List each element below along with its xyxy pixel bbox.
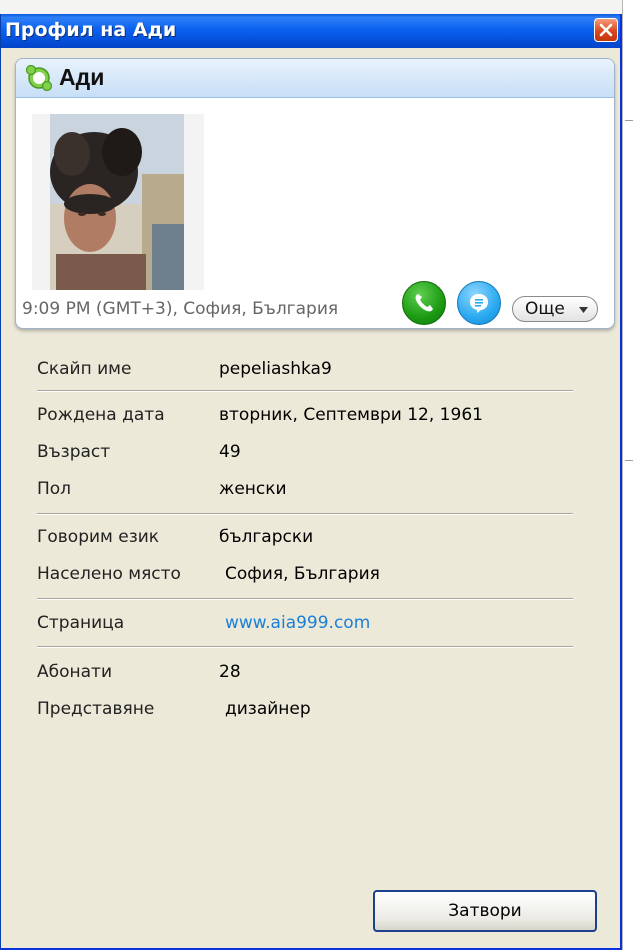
detail-value: София, България <box>225 564 380 584</box>
detail-label: Страница <box>37 613 125 633</box>
homepage-link[interactable]: www.aia999.com <box>225 613 370 633</box>
call-button[interactable] <box>402 281 446 325</box>
detail-value: женски <box>219 479 287 499</box>
detail-label: Възраст <box>37 442 111 462</box>
detail-row-age: Възраст 49 <box>37 442 577 468</box>
detail-value: български <box>219 527 314 547</box>
detail-value: 28 <box>219 662 241 682</box>
chat-bubble-icon <box>470 294 488 313</box>
profile-card-header: Ади <box>16 59 614 98</box>
detail-label: Представяне <box>37 699 155 719</box>
detail-label: Рождена дата <box>37 405 165 425</box>
chat-button[interactable] <box>457 281 501 325</box>
detail-value: 49 <box>219 442 241 462</box>
divider <box>37 513 573 515</box>
detail-value: pepeliashka9 <box>219 359 332 379</box>
detail-label: Скайп име <box>37 359 132 379</box>
contact-name: Ади <box>59 64 105 90</box>
profile-dialog: Профил на Ади Ади 9:09 PM (GMT+3), София… <box>0 14 622 950</box>
detail-row-gender: Пол женски <box>37 479 577 505</box>
title-bar[interactable]: Профил на Ади <box>1 14 620 48</box>
local-time-location: 9:09 PM (GMT+3), София, България <box>22 299 339 319</box>
detail-row-homepage: Страница www.aia999.com <box>37 613 577 639</box>
divider <box>37 646 573 648</box>
detail-label: Пол <box>37 479 72 499</box>
close-icon <box>599 23 613 37</box>
detail-label: Говорим език <box>37 527 160 547</box>
window-title: Профил на Ади <box>5 19 177 41</box>
background-line <box>625 120 633 121</box>
profile-card: Ади 9:09 PM (GMT+3), София, България Още <box>15 58 615 329</box>
detail-row-about: Представяне дизайнер <box>37 699 577 725</box>
window-close-button[interactable] <box>594 18 618 42</box>
detail-value: дизайнер <box>225 699 311 719</box>
avatar <box>32 114 204 290</box>
more-button[interactable]: Още <box>512 296 598 322</box>
caret-down-icon <box>579 307 588 313</box>
more-label: Още <box>525 299 565 319</box>
skype-online-icon <box>25 65 53 91</box>
background-line <box>625 460 633 461</box>
phone-icon <box>415 294 433 312</box>
detail-value: вторник, Септември 12, 1961 <box>219 405 483 425</box>
divider <box>37 598 573 600</box>
detail-row-birth-date: Рождена дата вторник, Септември 12, 1961 <box>37 405 577 431</box>
detail-row-language: Говорим език български <box>37 527 577 553</box>
detail-row-skype-name: Скайп име pepeliashka9 <box>37 359 577 385</box>
detail-row-subscribers: Абонати 28 <box>37 662 577 688</box>
close-button[interactable]: Затвори <box>373 890 597 932</box>
background-desktop-edge <box>622 0 633 950</box>
background-window-strip <box>0 0 633 15</box>
detail-label: Населено място <box>37 564 181 584</box>
detail-label: Абонати <box>37 662 112 682</box>
detail-row-city: Населено място София, България <box>37 564 577 590</box>
divider <box>37 390 573 392</box>
